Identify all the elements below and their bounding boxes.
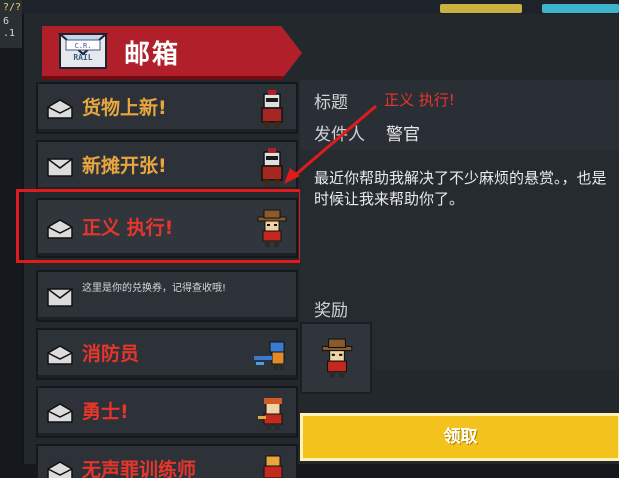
- warrior-avatar: [258, 398, 283, 430]
- opened-envelope-icon: [47, 345, 73, 365]
- robot-knight-avatar: [261, 90, 283, 128]
- reward-slot[interactable]: [300, 322, 372, 394]
- closed-envelope-icon: [47, 158, 73, 177]
- mail-item-label: 勇士!: [82, 401, 129, 423]
- mail-item-label: 这里是你的兑换券，记得查收哦!: [82, 283, 227, 294]
- svg-text:C.R.: C.R.: [75, 42, 92, 50]
- mail-list[interactable]: 货物上新! 新摊开张! 正义 执行! 这里是你的兑换券，记得查收哦! 消防员 勇…: [36, 76, 304, 478]
- mail-detail-panel: 标题 正义 执行! 发件人 警官 最近你帮助我解决了不少麻烦的悬赏。，也是时候让…: [300, 80, 619, 464]
- page-title: 邮箱: [124, 40, 181, 70]
- opened-envelope-icon: [47, 99, 73, 119]
- claim-button[interactable]: 领取: [300, 413, 619, 461]
- selection-highlight-box: [16, 189, 302, 263]
- mail-item-label: 无声罪训练师: [82, 459, 197, 478]
- opened-envelope-icon: [47, 403, 73, 423]
- firefighter-avatar: [254, 341, 285, 370]
- mail-item-label: 货物上新!: [82, 97, 167, 119]
- mail-item-firefighter[interactable]: 消防员: [36, 328, 298, 380]
- mana-bar: [542, 4, 619, 13]
- mail-envelope-icon: C.R. RAIL: [58, 33, 108, 69]
- cowboy-officer-avatar: [321, 338, 353, 378]
- reward-label: 奖励: [314, 301, 348, 321]
- mail-body-text: 最近你帮助我解决了不少麻烦的悬赏。，也是时候让我来帮助你了。: [314, 169, 607, 208]
- mail-item-goods-restock[interactable]: 货物上新!: [36, 82, 298, 134]
- subject-value: 正义 执行!: [384, 91, 455, 109]
- subject-label: 标题: [314, 93, 348, 113]
- sender-label: 发件人: [314, 125, 365, 145]
- energy-bar: [440, 4, 522, 13]
- sender-value: 警官: [386, 125, 420, 145]
- svg-text:RAIL: RAIL: [73, 53, 92, 62]
- mail-item-new-stall[interactable]: 新摊开张!: [36, 140, 298, 192]
- mail-item-label: 新摊开张!: [82, 155, 167, 177]
- mail-item-label: 消防员: [82, 343, 140, 365]
- mail-item-warrior[interactable]: 勇士!: [36, 386, 298, 438]
- closed-envelope-icon: [47, 288, 73, 307]
- mail-item-voucher[interactable]: 这里是你的兑换券，记得查收哦!: [36, 270, 298, 322]
- trainer-avatar: [263, 455, 283, 478]
- hud-left-stats: ?/? 6 .1: [0, 0, 22, 48]
- mailbox-panel: C.R. RAIL 邮箱 货物上新! 新摊开张! 正义 执行! 这里是你的兑换券…: [16, 14, 619, 478]
- robot-knight-avatar: [261, 148, 283, 186]
- mail-item-trainer[interactable]: 无声罪训练师: [36, 444, 298, 478]
